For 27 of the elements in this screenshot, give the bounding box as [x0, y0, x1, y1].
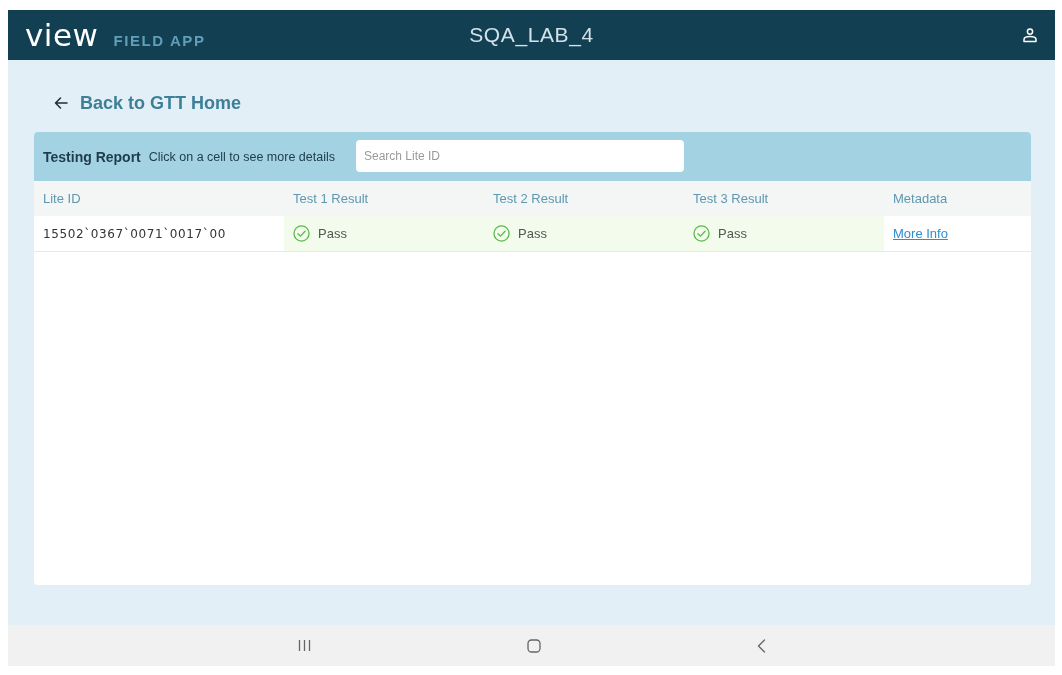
column-header[interactable]: Test 2 Result — [484, 181, 684, 216]
column-header[interactable]: Lite ID — [34, 181, 284, 216]
chevron-left-icon[interactable] — [756, 638, 766, 653]
search-field[interactable]: Search Lite ID — [355, 139, 684, 172]
page-title: SQA_LAB_4 — [469, 23, 594, 47]
rounded-square-icon[interactable] — [526, 638, 541, 653]
report-title: Testing Report — [43, 148, 141, 165]
check-circle-icon — [293, 225, 310, 242]
check-circle-icon — [493, 225, 510, 242]
more-info-link[interactable]: More Info — [893, 226, 948, 241]
column-header[interactable]: Test 1 Result — [284, 181, 484, 216]
app-name: FIELD APP — [113, 31, 206, 49]
result-text: Pass — [718, 226, 747, 241]
user-icon[interactable] — [1022, 27, 1038, 43]
result-cell[interactable]: Pass — [284, 216, 484, 252]
result-text: Pass — [318, 226, 347, 241]
result-cell[interactable]: Pass — [484, 216, 684, 252]
back-link[interactable]: Back to GTT Home — [54, 88, 242, 118]
vertical-lines-icon[interactable] — [297, 639, 311, 652]
result-cell[interactable]: Pass — [684, 216, 884, 252]
arrow-left-icon — [54, 97, 68, 109]
column-header[interactable]: Test 3 Result — [684, 181, 884, 216]
column-header[interactable]: Metadata — [884, 181, 1031, 216]
check-circle-icon — [693, 225, 710, 242]
report-hint: Click on a cell to see more details — [148, 149, 335, 164]
result-text: Pass — [518, 226, 547, 241]
logo-wordmark: view — [25, 19, 99, 51]
